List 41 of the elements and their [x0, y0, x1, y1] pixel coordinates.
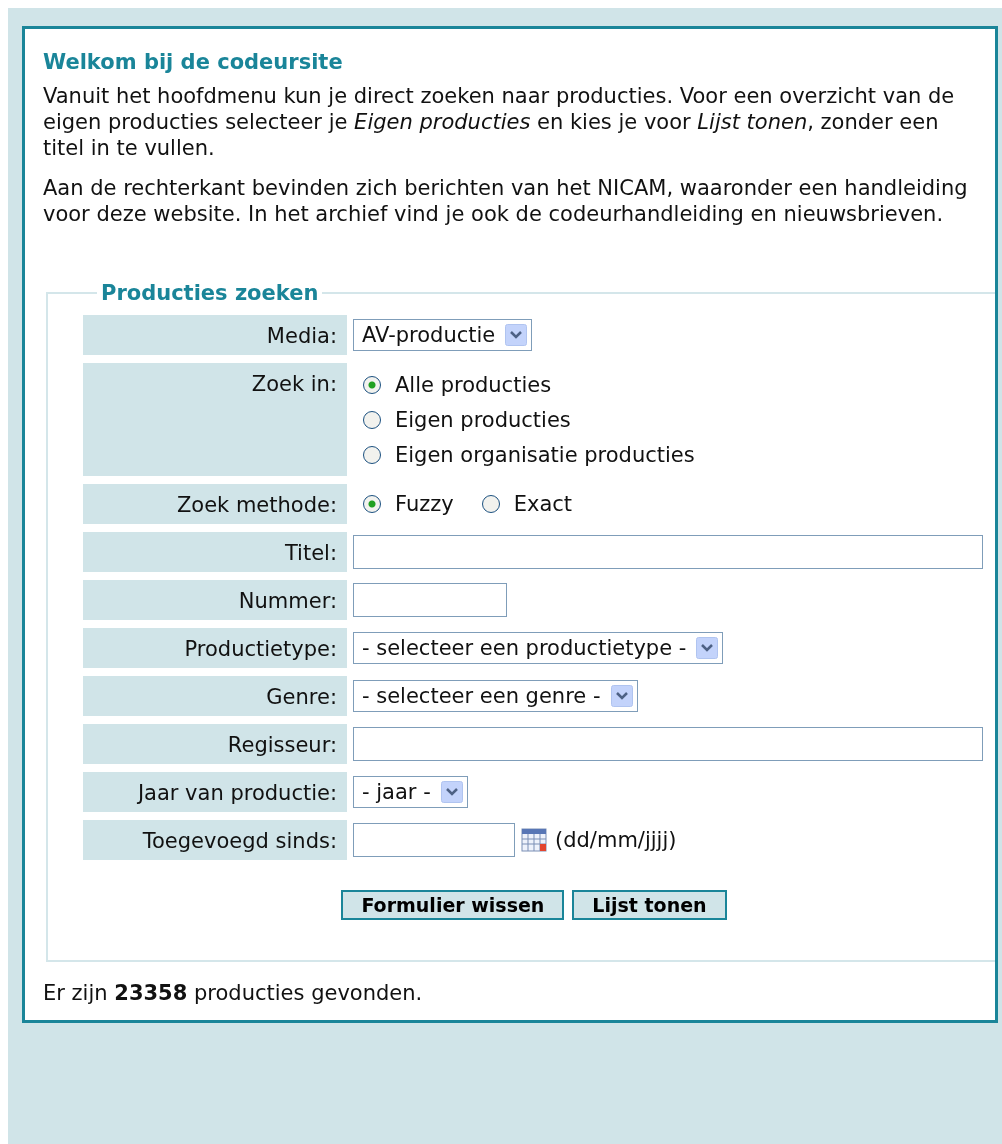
form-button[interactable]: Lijst tonen: [572, 890, 727, 920]
form-legend: Producties zoeken: [97, 281, 323, 305]
format-hint: (dd/mm/jjjj): [555, 827, 677, 853]
radio-label: Alle producties: [395, 371, 552, 398]
field-label: Regisseur:: [83, 724, 347, 764]
paragraph: Aan de rechterkant bevinden zich berichten van het NICAM, waaronder een handleiding voor deze website. In het archief vind je ook de codeurhandleiding en nieuwsbrieven.: [43, 175, 969, 227]
radio-button[interactable]: [363, 495, 381, 513]
result-count: Er zijn 23358 producties gevonden.: [43, 980, 424, 1006]
field-label: Zoek methode:: [83, 484, 347, 524]
radio-button[interactable]: [363, 375, 381, 394]
dropdown[interactable]: AV-productie: [353, 319, 533, 351]
field-label: Titel:: [83, 532, 347, 572]
radio-label: Exact: [513, 491, 573, 517]
radio-label: Eigen producties: [395, 406, 571, 433]
chevron-down-icon: [440, 781, 463, 803]
field-label: Genre:: [83, 676, 347, 716]
chevron-down-icon: [610, 685, 633, 707]
chevron-down-icon: [505, 324, 528, 346]
radio-label: Fuzzy: [395, 491, 454, 517]
field-label: Toegevoegd sinds:: [83, 820, 347, 860]
field-label: Nummer:: [83, 580, 347, 620]
page-heading: Welkom bij de codeursite: [43, 49, 344, 75]
radio-button[interactable]: [363, 445, 381, 464]
input-field[interactable]: [353, 727, 983, 761]
dropdown[interactable]: - jaar -: [353, 776, 468, 808]
chevron-down-icon: [696, 637, 719, 659]
calendar-icon[interactable]: [521, 828, 547, 852]
field-label: Jaar van productie:: [83, 772, 347, 812]
dropdown[interactable]: - selecteer een genre -: [353, 680, 638, 712]
radio-button[interactable]: [481, 495, 500, 513]
paragraph: Vanuit het hoofdmenu kun je direct zoeken naar producties. Voor een overzicht van de eigen producties selecteer je Eigen producties en kies je voor Lijst tonen, zonder een titel in te vullen.: [43, 83, 956, 161]
field-label: Productietype:: [83, 628, 347, 668]
radio-label: Eigen organisatie producties: [395, 441, 695, 468]
radio-button[interactable]: [363, 410, 381, 429]
input-field[interactable]: [353, 583, 507, 617]
form-button[interactable]: Formulier wissen: [341, 890, 565, 920]
dropdown[interactable]: - selecteer een productietype -: [353, 632, 724, 664]
input-field[interactable]: [353, 535, 983, 569]
date-field[interactable]: [353, 823, 515, 857]
field-label: Zoek in:: [83, 363, 347, 476]
field-label: Media:: [83, 315, 347, 355]
